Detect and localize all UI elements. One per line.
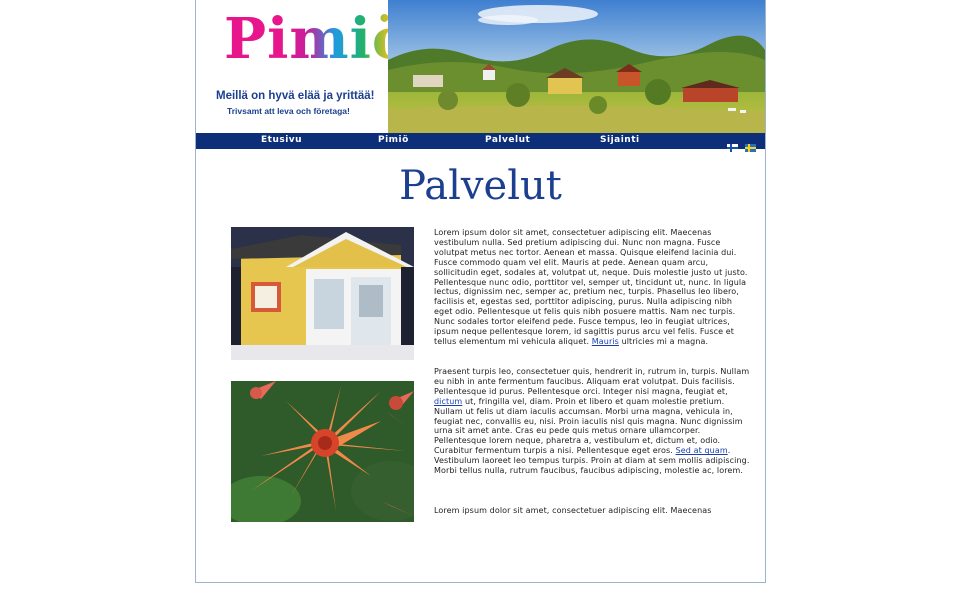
paragraph-1: Lorem ipsum dolor sit amet, consectetuer… [434,228,752,347]
paragraph-1-text: Lorem ipsum dolor sit amet, consectetuer… [434,228,748,346]
paragraph-1-text-end: ultricies mi a magna. [618,336,709,346]
nav-item-sijainti[interactable]: Sijainti [600,135,640,145]
page-container: Pimiö Meillä on hyvä elää ja yrittää! Tr… [195,0,766,583]
page-title: Palvelut [399,163,562,209]
logo-wordmark: Pimiö [224,6,411,72]
nav-item-palvelut[interactable]: Palvelut [485,135,530,145]
slogan-swedish: Trivsamt att leva och företaga! [227,106,350,116]
mauris-link[interactable]: Mauris [592,337,619,346]
paragraph-2: Praesent turpis leo, consectetuer quis, … [434,367,752,476]
logo[interactable]: Pimiö Meillä on hyvä elää ja yrittää! Tr… [196,0,409,133]
paragraph-2-text: Praesent turpis leo, consectetuer quis, … [434,367,750,396]
house-photo [231,227,414,360]
sed-at-quam-link[interactable]: Sed at quam [676,446,728,455]
finnish-flag-icon[interactable] [727,137,738,152]
paragraph-3: Lorem ipsum dolor sit amet, consectetuer… [434,506,712,515]
main-navigation: Etusivu Pimiö Palvelut Sijainti [196,133,765,152]
dictum-link[interactable]: dictum [434,397,462,406]
nav-item-pimio[interactable]: Pimiö [378,135,409,145]
flower-photo [231,381,414,522]
swedish-flag-icon[interactable] [745,137,756,152]
nav-item-etusivu[interactable]: Etusivu [261,135,302,145]
header-landscape-image [388,0,765,133]
slogan-finnish: Meillä on hyvä elää ja yrittää! [216,90,375,102]
site-header: Pimiö Meillä on hyvä elää ja yrittää! Tr… [196,0,765,133]
